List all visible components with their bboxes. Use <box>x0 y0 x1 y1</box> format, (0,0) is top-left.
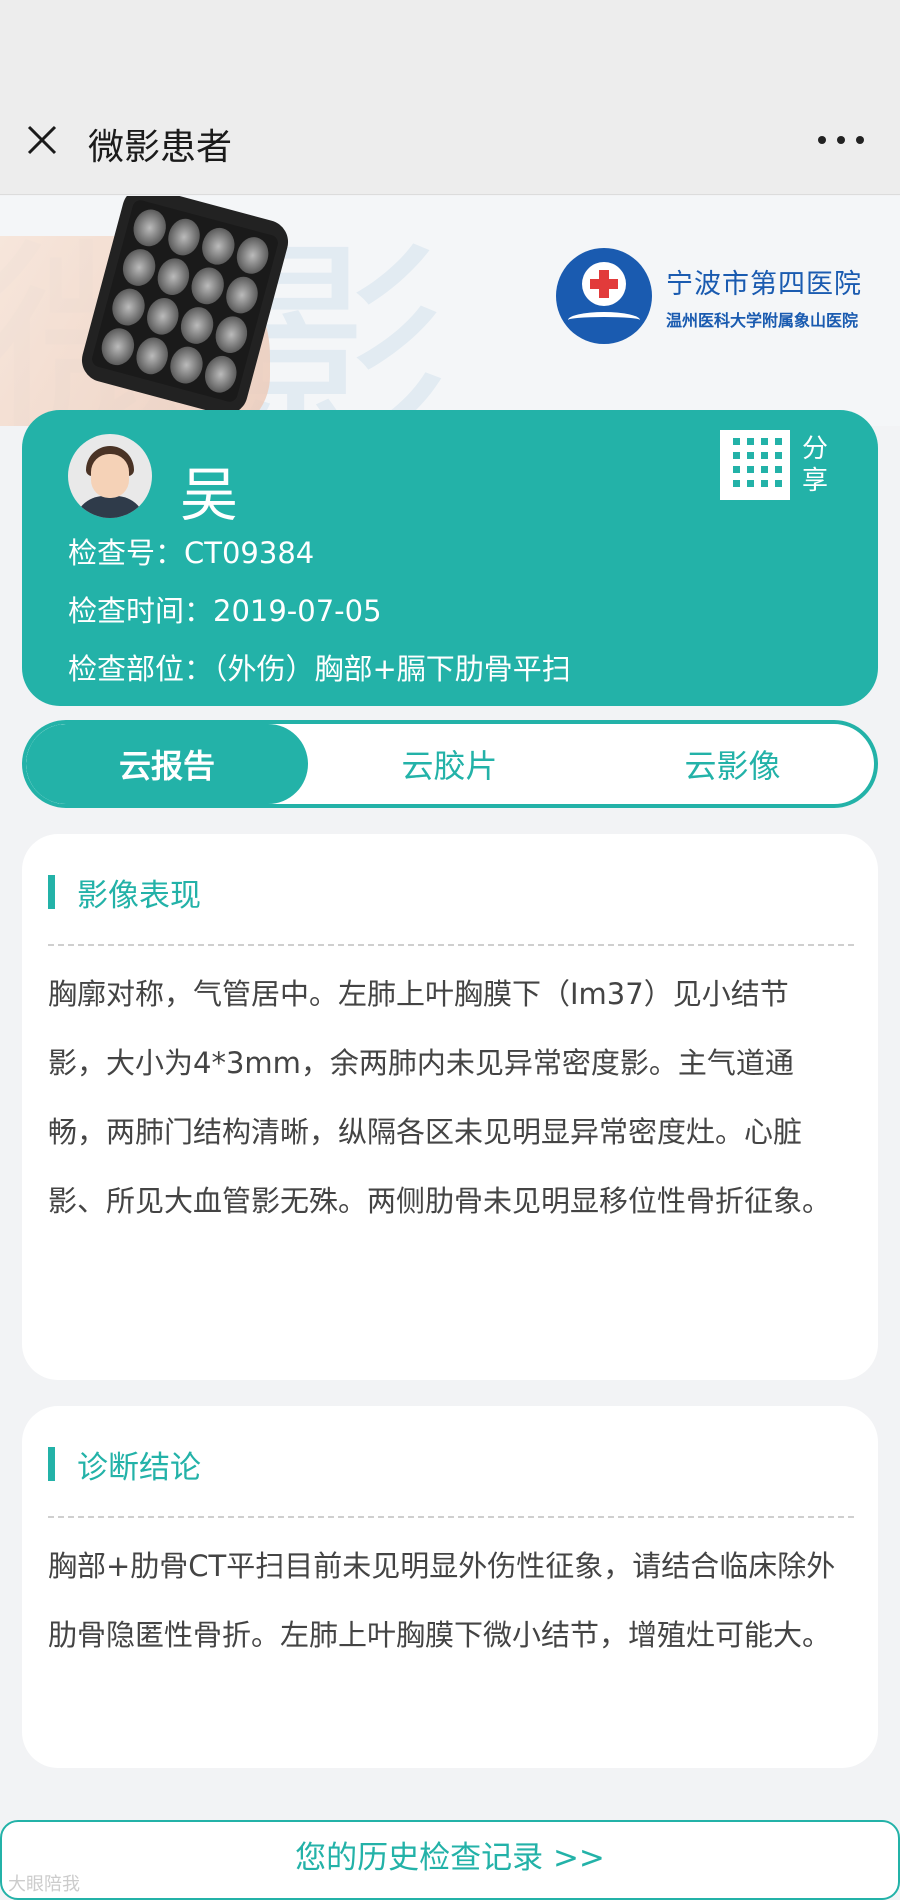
exam-part: 检查部位：（外伤）胸部+膈下肋骨平扫 <box>68 652 571 686</box>
more-horizontal-icon[interactable] <box>818 134 864 146</box>
tab-cloud-film[interactable]: 云胶片 <box>308 724 591 804</box>
conclusion-text: 胸部+肋骨CT平扫目前未见明显外伤性征象，请结合临床除外肋骨隐匿性骨折。左肺上叶… <box>48 1549 836 1652</box>
top-bar: 微影患者 <box>0 0 900 195</box>
divider <box>48 944 854 946</box>
hospital-subname: 温州医科大学附属象山医院 <box>666 310 859 330</box>
close-icon[interactable] <box>24 122 60 158</box>
patient-card: 吴 分享 检查号：CT09384 检查时间：2019-07-05 检查部位：（外… <box>22 410 878 706</box>
divider <box>48 1516 854 1518</box>
findings-text: 胸廓对称，气管居中。左肺上叶胸膜下（Im37）见小结节影，大小为4*3mm，余两… <box>48 977 832 1218</box>
qr-code-icon <box>720 430 790 500</box>
conclusion-title: 诊断结论 <box>77 1449 201 1486</box>
hospital-name: 宁波市第四医院 <box>666 268 862 300</box>
share-label: 分享 <box>802 434 829 496</box>
exam-number: 检查号：CT09384 <box>68 536 315 570</box>
findings-title: 影像表现 <box>77 877 201 914</box>
section-marker <box>48 1447 55 1481</box>
bottom-watermark: 大眼陪我 <box>8 1874 80 1895</box>
tab-cloud-report[interactable]: 云报告 <box>26 724 308 804</box>
hospital-logo-icon <box>556 248 652 344</box>
conclusion-header: 诊断结论 <box>48 1442 854 1486</box>
findings-header: 影像表现 <box>48 870 854 914</box>
hospital-brand: 宁波市第四医院 温州医科大学附属象山医院 <box>556 248 862 344</box>
hero-banner: 微影 宁波市第四医院 温州医科大学附属象山医院 <box>0 196 900 426</box>
patient-name: 吴 <box>180 461 239 529</box>
section-marker <box>48 875 55 909</box>
avatar <box>68 434 152 518</box>
conclusion-card: 诊断结论 胸部+肋骨CT平扫目前未见明显外伤性征象，请结合临床除外肋骨隐匿性骨折… <box>22 1406 878 1768</box>
history-records-button[interactable]: 您的历史检查记录 >> <box>0 1820 900 1900</box>
exam-time: 检查时间：2019-07-05 <box>68 594 382 628</box>
report-tabs: 云报告 云胶片 云影像 <box>22 720 878 808</box>
tab-cloud-image[interactable]: 云影像 <box>591 724 874 804</box>
share-button[interactable]: 分享 <box>720 430 832 500</box>
page-title: 微影患者 <box>88 127 233 168</box>
findings-card: 影像表现 胸廓对称，气管居中。左肺上叶胸膜下（Im37）见小结节影，大小为4*3… <box>22 834 878 1380</box>
